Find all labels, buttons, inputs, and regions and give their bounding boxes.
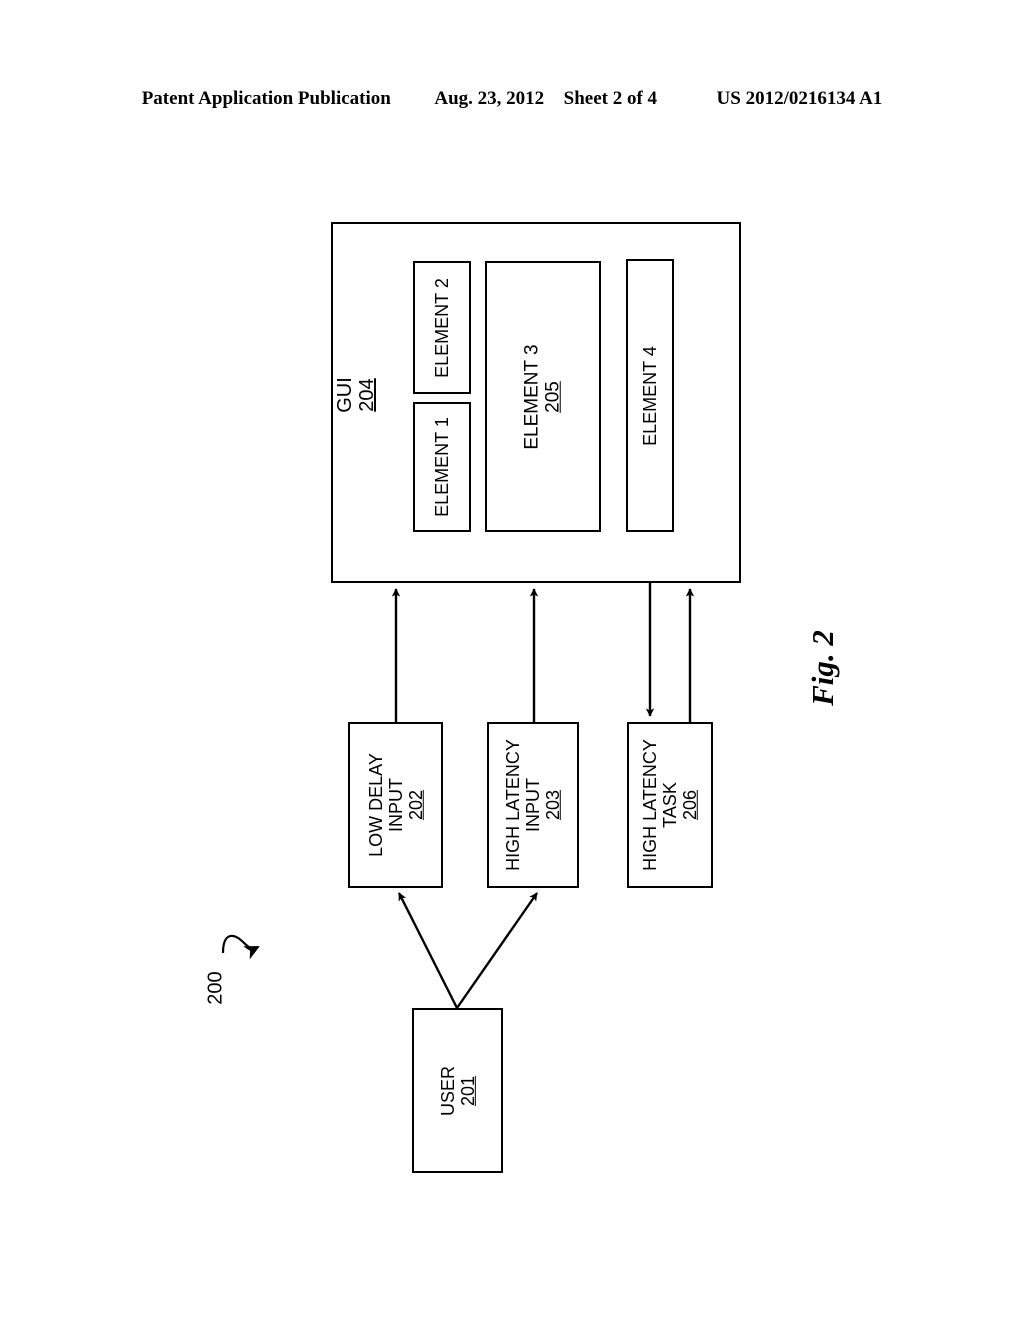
- high-latency-input-text: HIGH LATENCY INPUT 203: [503, 739, 563, 871]
- header-date: Aug. 23, 2012: [434, 88, 545, 109]
- high-latency-input-line1: HIGH LATENCY: [502, 739, 523, 871]
- high-latency-task-line2: TASK: [659, 782, 680, 828]
- low-delay-input-box: LOW DELAY INPUT 202: [348, 722, 443, 888]
- gui-title: GUI: [334, 377, 356, 413]
- high-latency-input-line2: INPUT: [522, 778, 543, 832]
- element-2-label: ELEMENT 2: [431, 277, 452, 378]
- header-sheet: Sheet 2 of 4: [563, 88, 658, 109]
- arrow-user-to-low-delay: [397, 892, 459, 1009]
- connector-layer: [221, 583, 695, 1009]
- high-latency-task-text: HIGH LATENCY TASK 206: [640, 739, 700, 871]
- gui-ref: 204: [356, 378, 378, 412]
- element-4-label: ELEMENT 4: [639, 345, 660, 446]
- element-2-text: ELEMENT 2: [432, 278, 452, 378]
- element-1-text: ELEMENT 1: [432, 417, 452, 517]
- user-label: USER: [437, 1065, 458, 1116]
- low-delay-input-line1: LOW DELAY: [365, 753, 386, 857]
- high-latency-task-ref: 206: [680, 789, 701, 821]
- high-latency-input-ref: 203: [543, 789, 564, 821]
- user-box: USER 201: [412, 1008, 503, 1173]
- gui-label: GUI 204: [334, 377, 378, 413]
- header-patent-number: US 2012/0216134 A1: [716, 88, 883, 109]
- header-publication: Patent Application Publication: [141, 88, 391, 109]
- user-text: USER 201: [437, 1065, 477, 1115]
- patent-figure-page: Patent Application Publication Aug. 23, …: [0, 0, 1024, 1320]
- lead-line-200: [221, 934, 260, 960]
- user-ref: 201: [457, 1075, 478, 1106]
- element-4-box: ELEMENT 4: [626, 259, 674, 532]
- element-4-text: ELEMENT 4: [640, 346, 660, 446]
- figure-reference-200: 200: [204, 971, 227, 1005]
- high-latency-task-box: HIGH LATENCY TASK 206: [627, 722, 713, 888]
- element-1-box: ELEMENT 1: [413, 402, 471, 532]
- page-header: Patent Application Publication Aug. 23, …: [0, 88, 1024, 110]
- element-3-box: ELEMENT 3 205: [485, 261, 601, 532]
- arrow-user-to-high-latency-input: [456, 892, 538, 1009]
- element-3-text: ELEMENT 3 205: [522, 344, 565, 449]
- element-2-box: ELEMENT 2: [413, 261, 471, 394]
- low-delay-input-ref: 202: [405, 789, 426, 821]
- low-delay-input-line2: INPUT: [385, 778, 406, 833]
- figure-label: Fig. 2: [805, 630, 840, 706]
- low-delay-input-text: LOW DELAY INPUT 202: [365, 753, 425, 857]
- high-latency-task-line1: HIGH LATENCY: [639, 739, 660, 871]
- element-1-label: ELEMENT 1: [431, 417, 452, 517]
- element-3-label: ELEMENT 3: [521, 343, 543, 450]
- element-3-ref: 205: [543, 380, 564, 413]
- high-latency-input-box: HIGH LATENCY INPUT 203: [487, 722, 579, 888]
